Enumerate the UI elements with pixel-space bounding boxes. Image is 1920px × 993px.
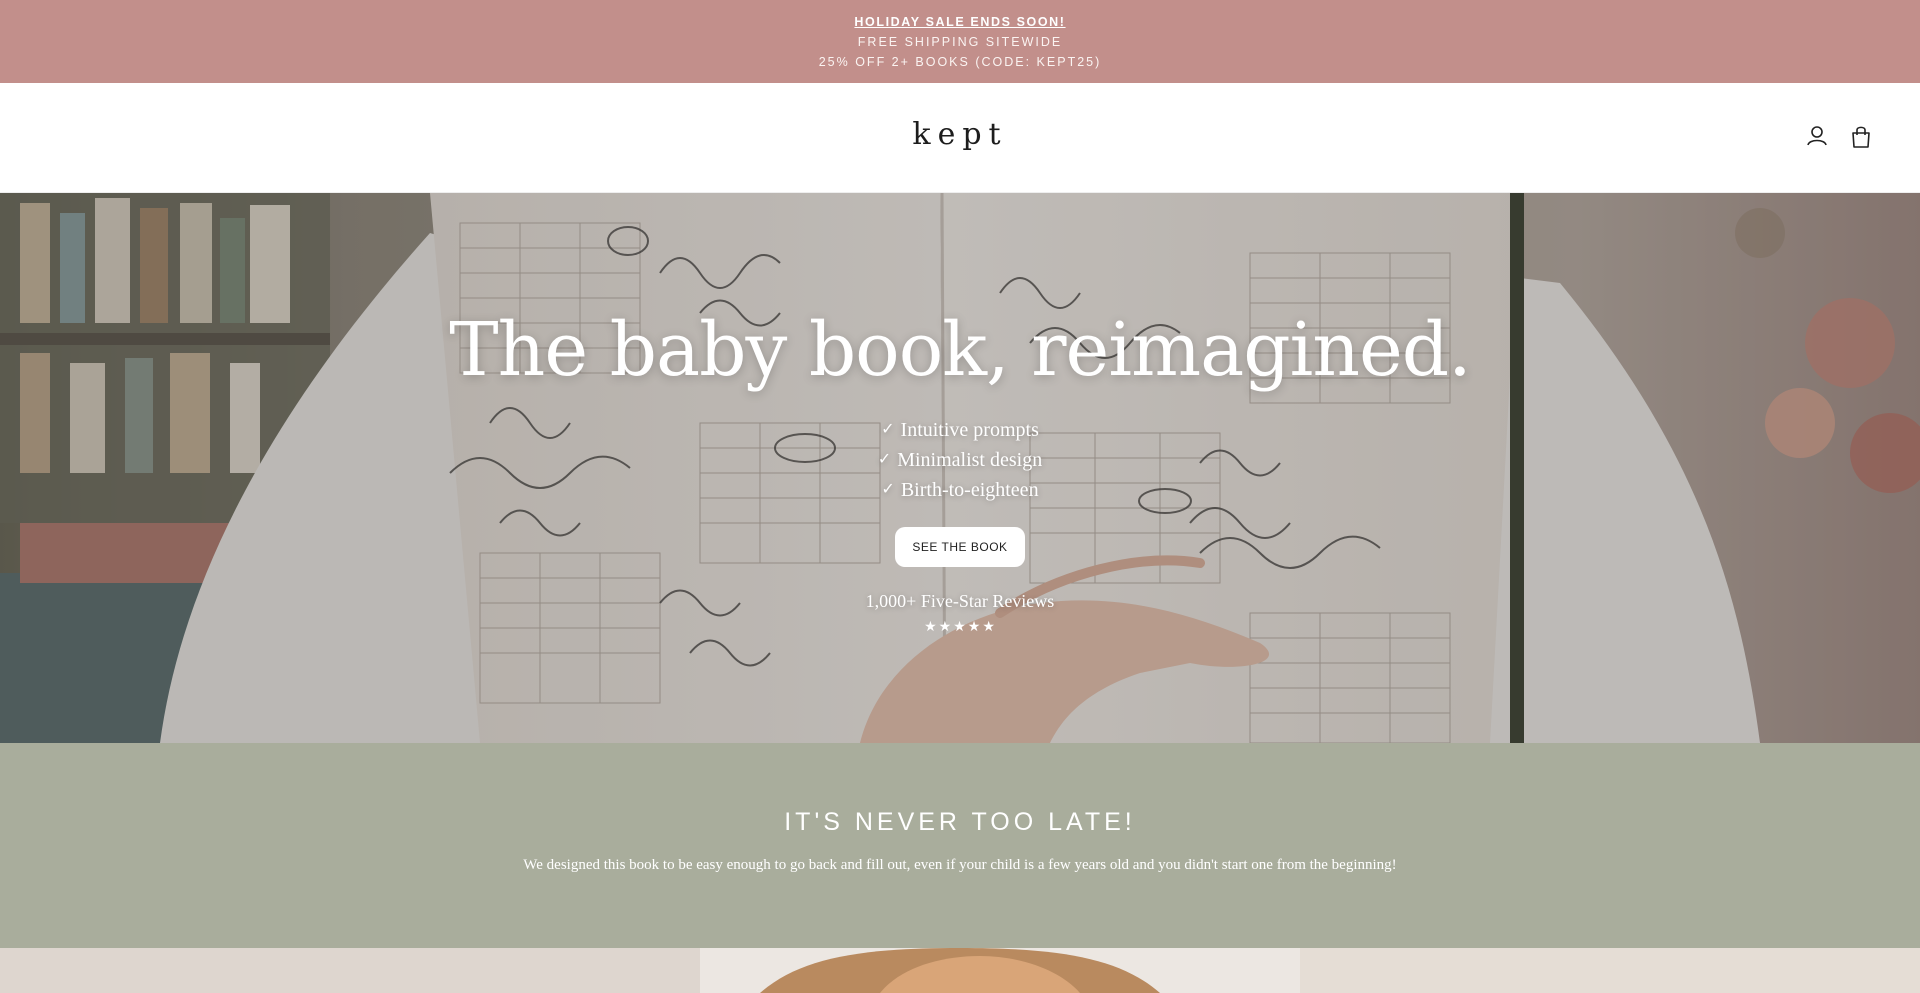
feature-item: ✓ Minimalist design: [878, 445, 1042, 475]
check-icon: ✓: [881, 481, 895, 498]
star-icon: ★: [982, 618, 996, 634]
kept-logo[interactable]: kept: [0, 117, 1920, 152]
feature-list: ✓ Intuitive prompts ✓ Minimalist design …: [878, 415, 1042, 505]
section-text: We designed this book to be easy enough …: [523, 857, 1397, 873]
star-icon: ★: [967, 618, 982, 634]
star-icon: ★: [924, 618, 938, 634]
free-shipping-text: FREE SHIPPING SITEWIDE: [857, 34, 1063, 49]
star-rating: ★ ★ ★ ★ ★: [924, 618, 996, 635]
hero-section: The baby book, reimagined. ✓ Intuitive p…: [0, 193, 1920, 743]
cart-icon[interactable]: [1850, 124, 1872, 150]
feature-text: Birth-to-eighteen: [900, 479, 1039, 501]
header-icons: [1806, 124, 1872, 150]
check-icon: ✓: [881, 421, 895, 438]
next-section-image: [0, 948, 1920, 993]
promo-code-text: 25% OFF 2+ BOOKS (CODE: KEPT25): [818, 54, 1102, 69]
feature-item: ✓ Intuitive prompts: [878, 415, 1042, 445]
star-icon: ★: [953, 618, 967, 634]
feature-text: Minimalist design: [897, 449, 1043, 471]
star-icon: ★: [938, 618, 953, 634]
never-too-late-section: IT'S NEVER TOO LATE! We designed this bo…: [0, 743, 1920, 948]
check-icon: ✓: [877, 451, 892, 468]
feature-text: Intuitive prompts: [900, 419, 1039, 441]
announcement-bar: HOLIDAY SALE ENDS SOON! FREE SHIPPING SI…: [0, 0, 1920, 83]
reviews-text: 1,000+ Five-Star Reviews: [865, 591, 1055, 611]
site-header: kept: [0, 83, 1920, 193]
hero-content: The baby book, reimagined. ✓ Intuitive p…: [0, 193, 1920, 743]
section-title: IT'S NEVER TOO LATE!: [784, 808, 1136, 836]
see-the-book-button[interactable]: SEE THE BOOK: [895, 527, 1025, 567]
account-icon[interactable]: [1806, 124, 1828, 150]
hero-title: The baby book, reimagined.: [449, 307, 1471, 393]
holiday-sale-link[interactable]: HOLIDAY SALE ENDS SOON!: [854, 15, 1065, 29]
feature-item: ✓ Birth-to-eighteen: [878, 475, 1042, 505]
